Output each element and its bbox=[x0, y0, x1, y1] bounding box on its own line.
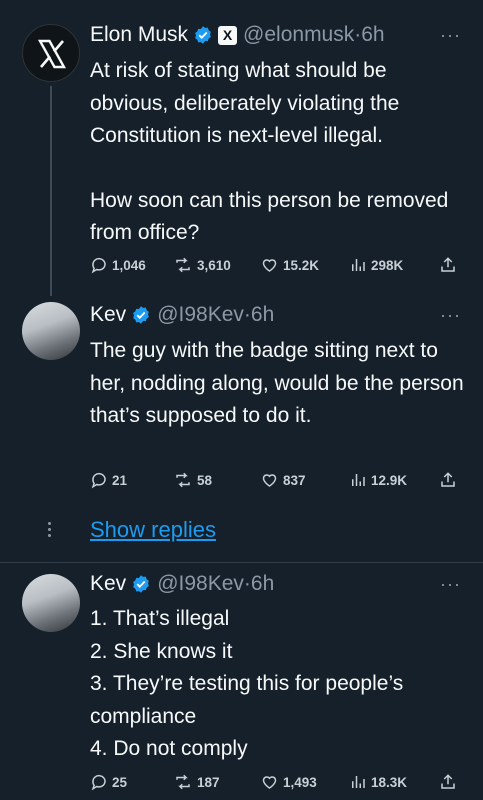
reply-button[interactable]: 1,046 bbox=[90, 256, 146, 274]
reply-count: 1,046 bbox=[112, 257, 146, 273]
tweet-header: Elon Musk X @elonmusk ·6h ··· bbox=[90, 20, 483, 50]
share-icon bbox=[441, 774, 455, 789]
tweet-header: Kev @I98Kev ·6h ··· bbox=[90, 569, 483, 599]
tweet-line: 3. They’re testing this for people’s com… bbox=[90, 672, 404, 728]
repost-count: 3,610 bbox=[197, 257, 231, 273]
like-count: 15.2K bbox=[283, 257, 320, 273]
like-icon bbox=[262, 259, 277, 272]
share-icon bbox=[441, 257, 455, 272]
tweet-line: 2. She knows it bbox=[90, 639, 233, 663]
repost-icon bbox=[176, 257, 190, 273]
repost-icon bbox=[176, 774, 190, 790]
views-icon bbox=[352, 776, 365, 788]
reply-count: 21 bbox=[112, 472, 128, 488]
show-replies-link[interactable]: Show replies bbox=[90, 517, 216, 543]
tweet-header: Kev @I98Kev ·6h ··· bbox=[90, 300, 483, 330]
views-button[interactable]: 18.3K bbox=[349, 773, 407, 791]
tweet-paragraph: At risk of stating what should be obviou… bbox=[90, 59, 400, 147]
share-button[interactable] bbox=[439, 256, 461, 274]
tweet-text: 1. That’s illegal 2. She knows it 3. The… bbox=[90, 603, 465, 766]
reply-icon bbox=[91, 472, 106, 489]
tweet-reply-1[interactable]: Kev @I98Kev ·6h ··· The guy with the bad… bbox=[0, 290, 483, 500]
timestamp[interactable]: ·6h bbox=[354, 23, 384, 47]
author-handle[interactable]: @I98Kev bbox=[157, 303, 244, 327]
reply-button[interactable]: 21 bbox=[90, 471, 127, 489]
thread-line bbox=[50, 86, 52, 296]
repost-icon bbox=[176, 472, 190, 488]
share-icon bbox=[441, 472, 455, 487]
author-name[interactable]: Kev bbox=[90, 303, 126, 327]
like-count: 837 bbox=[283, 472, 306, 488]
verified-badge-icon bbox=[195, 26, 211, 44]
repost-button[interactable]: 187 bbox=[173, 773, 220, 791]
more-icon[interactable]: ··· bbox=[440, 25, 461, 46]
verified-badge-icon bbox=[133, 306, 150, 324]
avatar[interactable] bbox=[22, 574, 80, 632]
action-bar: 21 58 837 12.9K bbox=[90, 467, 461, 493]
tweet-text: The guy with the badge sitting next to h… bbox=[90, 335, 465, 433]
tweet-line: 1. That’s illegal bbox=[90, 607, 230, 630]
action-bar: 25 187 1,493 18.3K bbox=[90, 769, 461, 795]
repost-button[interactable]: 3,610 bbox=[173, 256, 231, 274]
like-icon bbox=[262, 776, 277, 789]
repost-count: 58 bbox=[197, 472, 213, 488]
reply-count: 25 bbox=[112, 774, 128, 790]
avatar[interactable] bbox=[22, 24, 80, 82]
verified-badge-icon bbox=[133, 575, 150, 593]
views-button[interactable]: 12.9K bbox=[349, 471, 407, 489]
like-icon bbox=[262, 474, 277, 487]
author-name[interactable]: Elon Musk bbox=[90, 23, 188, 47]
reply-icon bbox=[91, 774, 106, 791]
x-affiliation-icon: X bbox=[218, 25, 238, 45]
reply-icon bbox=[91, 257, 106, 274]
tweet-paragraph: How soon can this person be removed from… bbox=[90, 188, 449, 245]
more-icon[interactable]: ··· bbox=[440, 574, 461, 595]
view-count: 18.3K bbox=[371, 774, 408, 790]
author-name[interactable]: Kev bbox=[90, 572, 126, 596]
views-button[interactable]: 298K bbox=[349, 256, 403, 274]
action-bar: 1,046 3,610 15.2K 298K bbox=[90, 252, 461, 278]
like-count: 1,493 bbox=[283, 774, 317, 790]
share-button[interactable] bbox=[439, 471, 461, 489]
like-button[interactable]: 837 bbox=[260, 471, 306, 489]
views-icon bbox=[352, 474, 365, 486]
tweet-line: 4. Do not comply bbox=[90, 737, 248, 760]
like-button[interactable]: 15.2K bbox=[260, 256, 319, 274]
reply-button[interactable]: 25 bbox=[90, 773, 127, 791]
view-count: 298K bbox=[371, 257, 404, 273]
timestamp[interactable]: ·6h bbox=[244, 572, 274, 596]
avatar[interactable] bbox=[22, 302, 80, 360]
tweet-reply-2[interactable]: Kev @I98Kev ·6h ··· 1. That’s illegal 2.… bbox=[0, 563, 483, 800]
like-button[interactable]: 1,493 bbox=[260, 773, 317, 791]
tweet-paragraph: The guy with the badge sitting next to h… bbox=[90, 339, 464, 427]
timestamp[interactable]: ·6h bbox=[244, 303, 274, 327]
more-icon[interactable]: ··· bbox=[440, 305, 461, 326]
more-replies-dots-icon bbox=[48, 522, 52, 540]
x-logo-icon bbox=[37, 39, 67, 69]
tweet-text: At risk of stating what should be obviou… bbox=[90, 55, 465, 250]
repost-count: 187 bbox=[197, 774, 220, 790]
author-handle[interactable]: @I98Kev bbox=[157, 572, 244, 596]
view-count: 12.9K bbox=[371, 472, 408, 488]
share-button[interactable] bbox=[439, 773, 461, 791]
repost-button[interactable]: 58 bbox=[173, 471, 212, 489]
author-handle[interactable]: @elonmusk bbox=[243, 23, 354, 47]
tweet-elon[interactable]: Elon Musk X @elonmusk ·6h ··· At risk of… bbox=[0, 0, 483, 296]
views-icon bbox=[352, 259, 365, 271]
